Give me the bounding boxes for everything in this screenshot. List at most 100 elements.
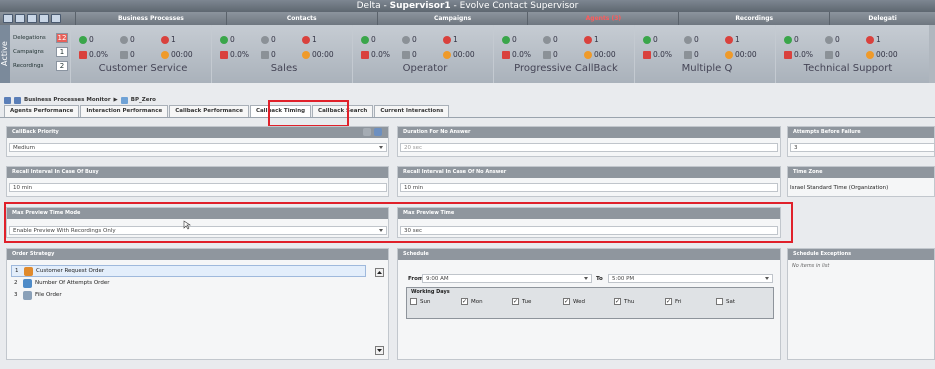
- attempts-before-failure-input[interactable]: 3: [790, 143, 935, 152]
- checkbox[interactable]: ✓: [512, 298, 519, 305]
- move-down-button[interactable]: [375, 346, 384, 355]
- breadcrumb-root[interactable]: Business Processes Monitor: [24, 97, 111, 103]
- tab-callback-search[interactable]: Callback Search: [312, 105, 374, 117]
- busy-count: 0: [543, 35, 581, 44]
- settings-icon[interactable]: [51, 14, 61, 23]
- nav-tab-agents[interactable]: Agents (3): [527, 12, 678, 25]
- clock-icon: [725, 50, 733, 59]
- agent-group[interactable]: 0 0 1 0.0% 0 00:00 Technical Support: [775, 25, 916, 83]
- agent-available-icon: [361, 35, 369, 44]
- queue-count: 0: [825, 50, 863, 59]
- panel-header: Time Zone: [788, 167, 934, 178]
- order-strategy-item[interactable]: 1 Customer Request Order: [11, 265, 366, 277]
- group-name: Customer Service: [98, 63, 188, 74]
- agent-busy-icon: [261, 35, 269, 44]
- agent-group[interactable]: 0 0 1 0.0% 0 00:00 Progressive CallBack: [493, 25, 634, 83]
- breadcrumb-item[interactable]: BP_Zero: [131, 97, 156, 103]
- available-count: 0: [79, 35, 117, 44]
- nav-tab-campaigns[interactable]: Campaigns: [376, 12, 528, 25]
- panel-header: Recall Interval In Case Of Busy: [7, 167, 388, 178]
- schedule-panel: Schedule From 9:00 AM To 5:00 PM Working…: [397, 248, 781, 360]
- arrow-up-icon: [377, 271, 382, 274]
- order-strategy-panel: Order Strategy 1 Customer Request Order 2 N…: [6, 248, 389, 360]
- max-preview-time-input[interactable]: 30 sec: [400, 226, 778, 235]
- nav-tab-delegations[interactable]: Delegati: [829, 12, 935, 25]
- group-status-row: 001: [502, 32, 630, 47]
- working-days-row: Sun ✓ Mon ✓ Tue ✓ Wed ✓ Thu ✓ Fri Sat: [407, 296, 773, 307]
- quick-toolbar: [0, 14, 75, 23]
- delegations-count[interactable]: Delegations 12: [13, 31, 68, 45]
- arrow-down-icon: [377, 349, 382, 352]
- move-up-button[interactable]: [375, 268, 384, 277]
- clock-icon: [584, 50, 592, 59]
- agent-group[interactable]: 0 0 1 0.0% 0 00:00 Operator: [352, 25, 493, 83]
- abandon-rate: 0.0%: [79, 50, 117, 59]
- group-metrics-row: 0.0% 0 00:00: [502, 47, 630, 62]
- day-checkbox-sat[interactable]: Sat: [716, 298, 767, 305]
- checkbox[interactable]: ✓: [563, 298, 570, 305]
- recall-no-answer-input[interactable]: 10 min: [400, 183, 778, 192]
- abandon-rate: 0.0%: [361, 50, 399, 59]
- chevron-down-icon: [584, 277, 588, 280]
- recall-busy-panel: Recall Interval In Case Of Busy: [6, 166, 389, 197]
- group-name: Multiple Q: [681, 63, 733, 74]
- info-icon[interactable]: [363, 128, 371, 136]
- nav-tab-recordings[interactable]: Recordings: [678, 12, 829, 25]
- recall-busy-input[interactable]: 10 min: [9, 183, 387, 192]
- tab-callback-performance[interactable]: Callback Performance: [169, 105, 249, 117]
- file-icon: [23, 290, 32, 300]
- agent-available-icon: [643, 35, 651, 44]
- to-time-select[interactable]: 5:00 PM: [608, 274, 773, 283]
- checkbox[interactable]: [410, 298, 417, 305]
- abandon-rate: 0.0%: [784, 50, 822, 59]
- checkbox[interactable]: ✓: [665, 298, 672, 305]
- order-strategy-item[interactable]: 3 File Order: [11, 289, 366, 301]
- away-count: 1: [725, 35, 763, 44]
- abandon-rate: 0.0%: [502, 50, 540, 59]
- nav-tab-contacts[interactable]: Contacts: [225, 12, 377, 25]
- agent-busy-icon: [825, 35, 833, 44]
- campaigns-count[interactable]: Campaigns 1: [13, 45, 68, 59]
- stats-scrollbar[interactable]: [929, 25, 935, 83]
- clock-icon: [443, 50, 451, 59]
- save-icon[interactable]: [3, 14, 13, 23]
- wait-time: 00:00: [584, 50, 622, 59]
- group-status-row: 001: [79, 32, 207, 47]
- busy-count: 0: [402, 35, 440, 44]
- day-checkbox-mon[interactable]: ✓ Mon: [461, 298, 512, 305]
- tab-interaction-performance[interactable]: Interaction Performance: [80, 105, 169, 117]
- tab-agents-performance[interactable]: Agents Performance: [4, 105, 80, 117]
- checkbox[interactable]: [716, 298, 723, 305]
- refresh-icon[interactable]: [27, 14, 37, 23]
- agent-group[interactable]: 0 0 1 0.0% 0 00:00 Multiple Q: [634, 25, 775, 83]
- order-strategy-item[interactable]: 2 Number Of Attempts Order: [11, 277, 366, 289]
- away-count: 1: [866, 35, 904, 44]
- panel-header: Schedule: [398, 249, 780, 260]
- duration-no-answer-input[interactable]: 20 sec: [400, 143, 778, 152]
- checkbox[interactable]: ✓: [461, 298, 468, 305]
- chevron-down-icon: [765, 277, 769, 280]
- person-icon: [24, 266, 33, 276]
- edit-icon[interactable]: [374, 128, 382, 136]
- agent-group[interactable]: 0 0 1 0.0% 0 00:00 Customer Service: [70, 25, 211, 83]
- day-checkbox-thu[interactable]: ✓ Thu: [614, 298, 665, 305]
- monitor-icon[interactable]: [39, 14, 49, 23]
- callback-priority-select[interactable]: Medium: [9, 143, 387, 152]
- agent-group[interactable]: 0 0 1 0.0% 0 00:00 Sales: [211, 25, 352, 83]
- day-checkbox-fri[interactable]: ✓ Fri: [665, 298, 716, 305]
- phone-icon: [79, 50, 87, 59]
- recordings-count[interactable]: Recordings 2: [13, 59, 68, 73]
- day-checkbox-wed[interactable]: ✓ Wed: [563, 298, 614, 305]
- tab-current-interactions[interactable]: Current Interactions: [374, 105, 450, 117]
- day-checkbox-sun[interactable]: Sun: [410, 298, 461, 305]
- layout-icon[interactable]: [15, 14, 25, 23]
- group-name: Progressive CallBack: [514, 63, 618, 74]
- tab-callback-timing[interactable]: Callback Timing: [249, 105, 312, 117]
- max-preview-mode-select[interactable]: Enable Preview With Recordings Only: [9, 226, 387, 235]
- checkbox[interactable]: ✓: [614, 298, 621, 305]
- day-checkbox-tue[interactable]: ✓ Tue: [512, 298, 563, 305]
- group-status-row: 001: [361, 32, 489, 47]
- attempts-icon: [23, 278, 32, 288]
- from-time-select[interactable]: 9:00 AM: [422, 274, 592, 283]
- nav-tab-business-processes[interactable]: Business Processes: [75, 12, 226, 25]
